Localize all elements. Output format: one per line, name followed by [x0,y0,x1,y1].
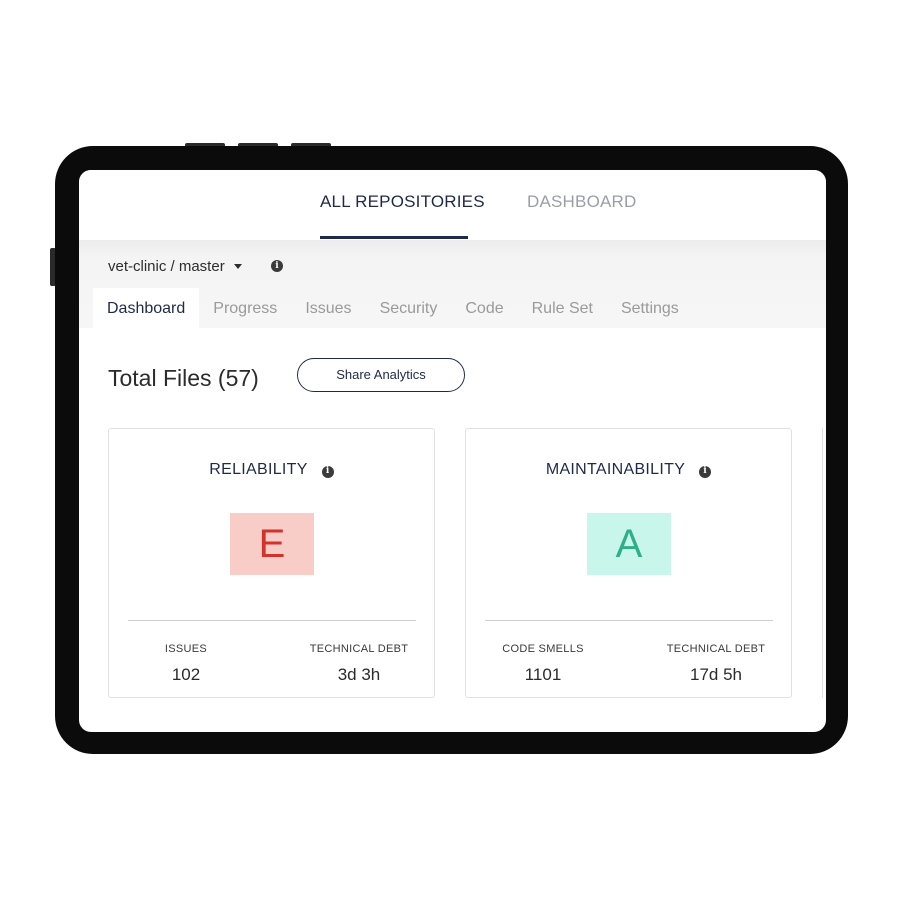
subtab-code[interactable]: Code [451,288,517,328]
card-title-text: MAINTAINABILITY [545,461,686,478]
subtab-settings[interactable]: Settings [607,288,693,328]
share-analytics-button[interactable]: Share Analytics [297,358,465,392]
caret-down-icon [233,264,242,269]
metric-value: 102 [171,665,201,684]
card-title: RELIABILITY i [109,461,434,479]
app-screen: ALL REPOSITORIES DASHBOARD vet-clinic / … [79,170,826,732]
card-title-text: RELIABILITY [209,461,308,478]
card-divider [128,620,416,621]
subtab-dashboard[interactable]: Dashboard [93,288,200,328]
info-icon[interactable]: i [321,465,334,478]
top-navigation: ALL REPOSITORIES DASHBOARD [79,170,826,240]
metric-label: ISSUES [164,643,208,655]
subtab-progress[interactable]: Progress [199,288,291,328]
grade-badge: E [230,513,314,575]
metric-value: 17d 5h [690,665,742,684]
metric-label: TECHNICAL DEBT [666,643,766,655]
repository-subtabs: Dashboard Progress Issues Security Code … [93,288,693,328]
branch-selector[interactable]: vet-clinic / master [108,258,242,275]
metric-value: 3d 3h [337,665,381,684]
info-icon[interactable]: i [271,260,283,272]
active-tab-indicator [320,236,468,239]
tab-dashboard[interactable]: DASHBOARD [527,192,637,212]
next-card-edge [822,428,826,698]
metric-label: TECHNICAL DEBT [309,643,409,655]
branch-label: vet-clinic / master [108,258,225,275]
subtab-security[interactable]: Security [366,288,452,328]
grade-badge: A [587,513,671,575]
total-files-heading: Total Files (57) [108,365,259,391]
card-divider [485,620,773,621]
metric-label: CODE SMELLS [502,643,584,655]
repository-header: vet-clinic / master i Dashboard Progress… [79,240,826,328]
maintainability-card: MAINTAINABILITY i A CODE SMELLS 1101 TECH… [465,428,792,698]
tab-all-repositories[interactable]: ALL REPOSITORIES [320,192,485,212]
info-icon[interactable]: i [699,465,712,478]
metric-value: 1101 [524,665,562,684]
card-title: MAINTAINABILITY i [466,461,791,479]
device-mockup: ALL REPOSITORIES DASHBOARD vet-clinic / … [0,0,900,900]
subtab-issues[interactable]: Issues [291,288,365,328]
subtab-rule-set[interactable]: Rule Set [518,288,607,328]
reliability-card: RELIABILITY i E ISSUES 102 TECHNICAL DEBT… [108,428,435,698]
